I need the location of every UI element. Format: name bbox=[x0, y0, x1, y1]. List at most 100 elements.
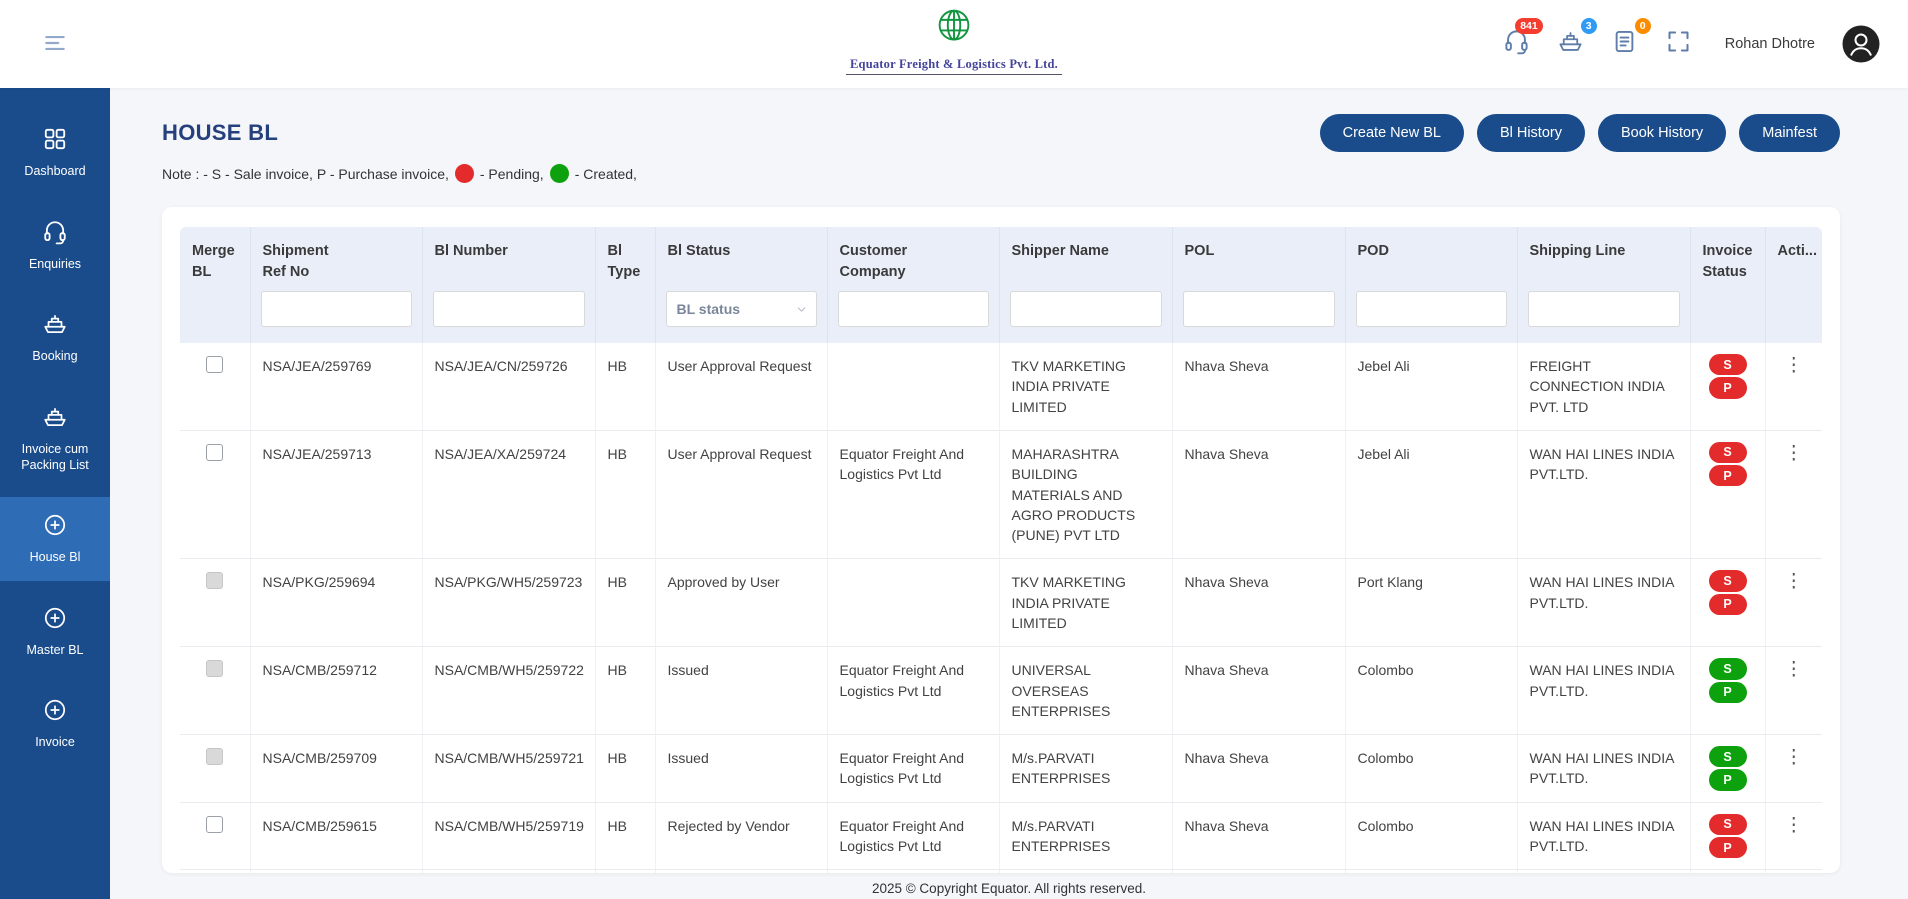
invoice-s-badge[interactable]: S bbox=[1709, 814, 1747, 835]
documents-button[interactable]: 0 bbox=[1611, 28, 1638, 60]
merge-bl-checkbox[interactable] bbox=[206, 816, 223, 833]
sidebar-item-invoice[interactable]: Invoice bbox=[0, 682, 110, 766]
cell-bl_type: HB bbox=[595, 343, 655, 430]
invoice-s-badge[interactable]: S bbox=[1709, 746, 1747, 767]
cell-invoice-status: SP bbox=[1690, 735, 1765, 803]
invoice-s-badge[interactable]: S bbox=[1709, 354, 1747, 375]
pod-filter-input[interactable] bbox=[1356, 291, 1507, 327]
table-row: NSA/CMB/259709NSA/CMB/WH5/259721HBIssued… bbox=[180, 735, 1822, 803]
user-name[interactable]: Rohan Dhotre bbox=[1725, 36, 1815, 52]
cell-bl_type: HB bbox=[595, 870, 655, 873]
sidebar-item-booking[interactable]: Booking bbox=[0, 296, 110, 380]
cell-shipment_ref: NSA/CMB/259615 bbox=[250, 870, 422, 873]
invoice-s-badge[interactable]: S bbox=[1709, 442, 1747, 463]
cell-invoice-status: SP bbox=[1690, 647, 1765, 735]
shipments-button[interactable]: 3 bbox=[1557, 28, 1584, 60]
table-row: NSA/CMB/259712NSA/CMB/WH5/259722HBIssued… bbox=[180, 647, 1822, 735]
cell-bl_number: NSA/CMB/WH5/259719 bbox=[422, 802, 595, 870]
customer_company-filter-input[interactable] bbox=[838, 291, 989, 327]
filter-cell-bl_status: BL status bbox=[655, 289, 827, 343]
cell-customer_company: Equator Freight And Logistics Pvt Ltd bbox=[827, 430, 999, 558]
cell-bl_status: Rejected by Vendor bbox=[655, 802, 827, 870]
sidebar-item-dashboard[interactable]: Dashboard bbox=[0, 111, 110, 195]
sidebar-item-label: Master BL bbox=[27, 643, 84, 659]
cell-bl_type: HB bbox=[595, 802, 655, 870]
filter-cell-pol bbox=[1172, 289, 1345, 343]
shipment_ref-filter-input[interactable] bbox=[261, 291, 412, 327]
invoice-p-badge[interactable]: P bbox=[1709, 594, 1747, 615]
invoice-s-badge[interactable]: S bbox=[1709, 658, 1747, 679]
invoice-p-badge[interactable]: P bbox=[1709, 377, 1747, 398]
fullscreen-button[interactable] bbox=[1665, 28, 1692, 60]
bl-status-filter-value: BL status bbox=[677, 301, 741, 317]
merge-bl-checkbox[interactable] bbox=[206, 356, 223, 373]
cell-merge bbox=[180, 559, 250, 647]
row-actions-kebab-icon[interactable]: ⋮ bbox=[1784, 816, 1803, 835]
notification-badge: 0 bbox=[1635, 18, 1651, 34]
filter-cell-merge bbox=[180, 289, 250, 343]
enquiries-icon bbox=[42, 219, 68, 250]
cell-bl_type: HB bbox=[595, 559, 655, 647]
shipper_name-filter-input[interactable] bbox=[1010, 291, 1162, 327]
row-actions-kebab-icon[interactable]: ⋮ bbox=[1784, 660, 1803, 679]
bl_status-filter-select[interactable]: BL status bbox=[666, 291, 817, 327]
sidebar-nav: Dashboard EnquiriesBooking Invoice cum Pac… bbox=[0, 111, 110, 766]
merge-bl-checkbox[interactable] bbox=[206, 572, 223, 589]
invoice-s-badge[interactable]: S bbox=[1709, 570, 1747, 591]
col-header-actions: Acti... bbox=[1765, 227, 1822, 289]
merge-bl-checkbox[interactable] bbox=[206, 748, 223, 765]
create-new-bl-button[interactable]: Create New BL bbox=[1320, 114, 1464, 152]
app-logo: Equator Freight & Logistics Pvt. Ltd. bbox=[846, 5, 1062, 75]
top-header: Equator Freight & Logistics Pvt. Ltd. 84… bbox=[0, 0, 1908, 88]
action-buttons: Create New BL Bl History Book History Mainf… bbox=[1320, 114, 1840, 152]
filter-cell-actions bbox=[1765, 289, 1822, 343]
row-actions-kebab-icon[interactable]: ⋮ bbox=[1784, 748, 1803, 767]
pol-filter-input[interactable] bbox=[1183, 291, 1335, 327]
cell-invoice-status: SP bbox=[1690, 343, 1765, 430]
cell-shipment_ref: NSA/CMB/259709 bbox=[250, 735, 422, 803]
sidebar: Dashboard EnquiriesBooking Invoice cum Pac… bbox=[0, 88, 110, 899]
row-actions-kebab-icon[interactable]: ⋮ bbox=[1784, 444, 1803, 463]
row-actions-kebab-icon[interactable]: ⋮ bbox=[1784, 572, 1803, 591]
sidebar-item-master-bl[interactable]: Master BL bbox=[0, 590, 110, 674]
cell-customer_company: Equator Freight And Logistics Pvt Ltd bbox=[827, 870, 999, 873]
invoice-p-badge[interactable]: P bbox=[1709, 837, 1747, 858]
sidebar-item-invoice-cum-packing-list[interactable]: Invoice cum Packing List bbox=[0, 389, 110, 488]
cell-bl_number: NSA/CMB/WH5/259722 bbox=[422, 647, 595, 735]
master-bl-icon bbox=[42, 605, 68, 636]
dashboard-icon bbox=[42, 126, 68, 157]
merge-bl-checkbox[interactable] bbox=[206, 660, 223, 677]
notification-badge: 841 bbox=[1515, 18, 1543, 34]
shipping_line-filter-input[interactable] bbox=[1528, 291, 1680, 327]
col-header-merge: Merge BL bbox=[180, 227, 250, 289]
book-history-button[interactable]: Book History bbox=[1598, 114, 1726, 152]
cell-shipper_name: M/s.PARVATI ENTERPRISES bbox=[999, 802, 1172, 870]
cell-shipment_ref: NSA/JEA/259713 bbox=[250, 430, 422, 558]
merge-bl-checkbox[interactable] bbox=[206, 444, 223, 461]
sidebar-item-house-bl[interactable]: House Bl bbox=[0, 497, 110, 581]
filter-cell-bl_type bbox=[595, 289, 655, 343]
invoice-p-badge[interactable]: P bbox=[1709, 682, 1747, 703]
menu-toggle-icon[interactable] bbox=[42, 30, 68, 61]
cell-merge bbox=[180, 735, 250, 803]
cell-customer_company bbox=[827, 559, 999, 647]
bl-history-button[interactable]: Bl History bbox=[1477, 114, 1585, 152]
cell-shipping_line: WAN HAI LINES INDIA PVT.LTD. bbox=[1517, 559, 1690, 647]
filter-cell-invoice_status bbox=[1690, 289, 1765, 343]
table-row: NSA/JEA/259713NSA/JEA/XA/259724HBUser Ap… bbox=[180, 430, 1822, 558]
bl_number-filter-input[interactable] bbox=[433, 291, 585, 327]
sidebar-item-enquiries[interactable]: Enquiries bbox=[0, 204, 110, 288]
invoice-p-badge[interactable]: P bbox=[1709, 465, 1747, 486]
shipments-icon bbox=[1557, 28, 1584, 60]
support-button[interactable]: 841 bbox=[1503, 28, 1530, 60]
avatar[interactable] bbox=[1842, 25, 1880, 63]
filter-cell-customer_company bbox=[827, 289, 999, 343]
invoice-p-badge[interactable]: P bbox=[1709, 769, 1747, 790]
documents-icon bbox=[1611, 28, 1638, 60]
cell-customer_company bbox=[827, 343, 999, 430]
row-actions-kebab-icon[interactable]: ⋮ bbox=[1784, 356, 1803, 375]
cell-customer_company: Equator Freight And Logistics Pvt Ltd bbox=[827, 802, 999, 870]
mainfest-button[interactable]: Mainfest bbox=[1739, 114, 1840, 152]
footer-copyright: 2025 © Copyright Equator. All rights res… bbox=[110, 881, 1908, 896]
page-title: HOUSE BL bbox=[162, 120, 278, 146]
